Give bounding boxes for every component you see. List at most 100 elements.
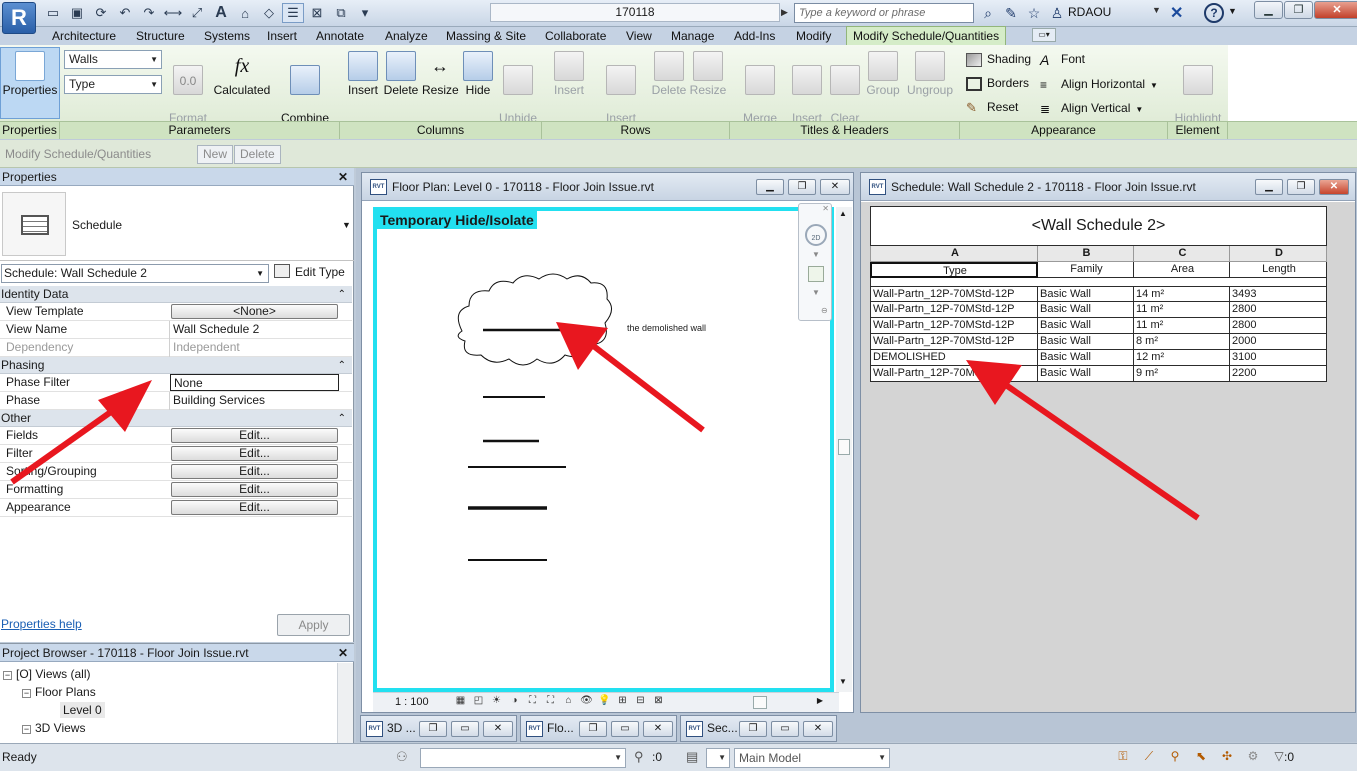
property-button[interactable]: Edit...: [171, 482, 338, 497]
instance-selector[interactable]: Schedule: Wall Schedule 2: [1, 264, 269, 283]
select-underlay-icon[interactable]: ⟋: [1140, 749, 1158, 766]
design-options-icon[interactable]: ▤: [686, 749, 698, 765]
save-icon[interactable]: ▣: [66, 3, 88, 23]
table-cell[interactable]: 2800: [1230, 318, 1327, 334]
column-letter[interactable]: B: [1038, 246, 1134, 262]
scroll-thumb[interactable]: [753, 696, 767, 709]
close-icon[interactable]: ✕: [338, 168, 348, 186]
new-button[interactable]: New: [197, 145, 234, 164]
maximize-icon[interactable]: ▭: [451, 721, 479, 737]
table-cell[interactable]: 11 m²: [1134, 302, 1230, 318]
text-icon[interactable]: A: [210, 3, 232, 23]
workset-combo[interactable]: [420, 748, 626, 768]
restore-icon[interactable]: ❐: [739, 721, 767, 737]
table-cell[interactable]: Basic Wall: [1038, 302, 1134, 318]
edit-type-button[interactable]: Edit Type: [274, 264, 345, 283]
table-cell[interactable]: 12 m²: [1134, 350, 1230, 366]
switch-windows-icon[interactable]: ⧉: [330, 3, 352, 23]
category-combo[interactable]: Walls: [64, 50, 162, 69]
properties-help-link[interactable]: Properties help: [1, 617, 82, 631]
scroll-up-icon[interactable]: ▲: [839, 209, 847, 218]
type-selector[interactable]: Schedule ▼: [0, 187, 354, 261]
property-button[interactable]: Edit...: [171, 446, 338, 461]
scroll-down-icon[interactable]: ▼: [839, 677, 847, 686]
property-value-field[interactable]: None: [170, 374, 339, 391]
tab-annotate[interactable]: Annotate: [316, 27, 364, 45]
thin-lines-icon[interactable]: ☰: [282, 3, 304, 23]
reset-button[interactable]: ✎ Reset: [966, 100, 1018, 115]
property-group-header[interactable]: Phasing ⌃: [0, 357, 352, 374]
close-icon[interactable]: ✕: [1319, 179, 1349, 195]
property-button[interactable]: <None>: [171, 304, 338, 319]
table-cell[interactable]: 3100: [1230, 350, 1327, 366]
nav-options-icon[interactable]: ⊖: [821, 306, 828, 315]
header-cell[interactable]: Length: [1230, 262, 1327, 278]
tree-node-views-all[interactable]: − [O] Views (all): [3, 667, 90, 681]
reveal-hidden-icon[interactable]: 💡: [597, 695, 612, 709]
parameter-combo[interactable]: Type: [64, 75, 162, 94]
property-group-header[interactable]: Other ⌃: [0, 410, 352, 427]
table-cell[interactable]: Basic Wall: [1038, 366, 1134, 382]
delete-column-button[interactable]: Delete: [382, 51, 420, 97]
collapse-icon[interactable]: −: [3, 671, 12, 680]
type-dropdown-icon[interactable]: ▼: [342, 220, 351, 230]
insert-row-button[interactable]: Insert: [550, 51, 588, 97]
tab-analyze[interactable]: Analyze: [385, 27, 428, 45]
table-cell[interactable]: Wall-Partn_12P-70MStd-12P: [870, 334, 1038, 350]
undo-icon[interactable]: ↶: [114, 3, 136, 23]
highlight-displacement-icon[interactable]: ⊟: [633, 695, 648, 709]
worksets-icon[interactable]: ⚇: [396, 749, 408, 765]
scroll-thumb[interactable]: [838, 439, 850, 455]
table-cell[interactable]: 14 m²: [1134, 286, 1230, 302]
collapse-icon[interactable]: ⌃: [338, 357, 346, 374]
restore-icon[interactable]: ❐: [1284, 1, 1313, 19]
minimized-window-section[interactable]: RVT Sec... ❐ ▭ ✕: [680, 715, 837, 742]
tab-systems[interactable]: Systems: [204, 27, 250, 45]
measure-icon[interactable]: ⟷: [162, 3, 184, 23]
tab-view[interactable]: View: [626, 27, 652, 45]
restore-icon[interactable]: ❐: [579, 721, 607, 737]
user-name[interactable]: RDAOU: [1068, 5, 1111, 19]
section-icon[interactable]: ◇: [258, 3, 280, 23]
redo-icon[interactable]: ↷: [138, 3, 160, 23]
editable-icon[interactable]: ⚲: [634, 749, 644, 765]
table-cell[interactable]: 2200: [1230, 366, 1327, 382]
header-cell[interactable]: Family: [1038, 262, 1134, 278]
scroll-right-icon[interactable]: ▶: [817, 696, 823, 705]
column-letter[interactable]: C: [1134, 246, 1230, 262]
group-button[interactable]: Group: [864, 51, 902, 97]
tab-massing-site[interactable]: Massing & Site: [446, 27, 526, 45]
help-dropdown-icon[interactable]: ▼: [1228, 6, 1237, 16]
close-icon[interactable]: ✕: [643, 721, 673, 737]
hide-column-button[interactable]: Hide: [461, 51, 495, 97]
property-value[interactable]: Wall Schedule 2: [169, 321, 352, 339]
table-cell[interactable]: Wall-Partn_12P-70MStd-12P: [870, 318, 1038, 334]
align-horizontal-button[interactable]: ≡ Align Horizontal ▼: [1040, 77, 1158, 92]
exchange-apps-icon[interactable]: ✕: [1170, 3, 1183, 23]
analytical-model-icon[interactable]: ⊞: [615, 695, 630, 709]
ungroup-button[interactable]: Ungroup: [904, 51, 956, 97]
search-input[interactable]: Type a keyword or phrase: [794, 3, 974, 23]
visual-style-icon[interactable]: ◰: [471, 695, 486, 709]
maximize-icon[interactable]: ▭: [771, 721, 799, 737]
borders-button[interactable]: Borders: [966, 76, 1029, 91]
collapse-icon[interactable]: −: [22, 725, 31, 734]
column-letter[interactable]: D: [1230, 246, 1327, 262]
property-button[interactable]: Edit...: [171, 500, 338, 515]
delete-button[interactable]: Delete: [234, 145, 281, 164]
schedule-title[interactable]: <Wall Schedule 2>: [870, 206, 1327, 246]
minimize-icon[interactable]: ▁: [1255, 179, 1283, 195]
constraints-icon[interactable]: ⊠: [651, 695, 666, 709]
horizontal-scrollbar[interactable]: ▶: [673, 696, 823, 709]
sun-path-icon[interactable]: ☀: [489, 695, 504, 709]
sync-icon[interactable]: ⟳: [90, 3, 112, 23]
tab-architecture[interactable]: Architecture: [52, 27, 116, 45]
properties-button-label[interactable]: Properties: [2, 51, 58, 97]
header-cell[interactable]: Type: [870, 262, 1038, 278]
property-button[interactable]: Edit...: [171, 428, 338, 443]
close-hidden-icon[interactable]: ⊠: [306, 3, 328, 23]
tab-structure[interactable]: Structure: [136, 27, 185, 45]
minimize-icon[interactable]: ▁: [756, 179, 784, 195]
tab-manage[interactable]: Manage: [671, 27, 714, 45]
table-cell[interactable]: 3493: [1230, 286, 1327, 302]
